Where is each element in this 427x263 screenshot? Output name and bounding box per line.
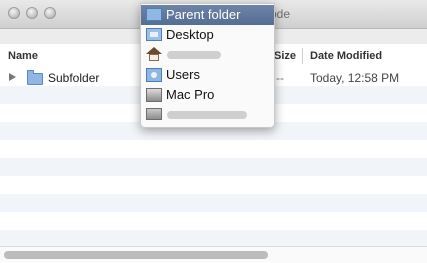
menu-item-parent-folder[interactable]: Parent folder (141, 5, 274, 25)
blurred-label-mark (167, 51, 221, 59)
list-stripe (0, 194, 427, 212)
row-name: Subfolder (48, 71, 100, 85)
menu-item-label: Users (166, 67, 200, 82)
zoom-window-button[interactable] (44, 7, 56, 19)
blurred-label-mark (167, 111, 247, 119)
menu-item-label: Parent folder (166, 7, 241, 22)
desktop-folder-icon (146, 28, 162, 41)
folder-icon (27, 70, 43, 85)
column-size[interactable]: Size (274, 50, 296, 62)
path-popup-menu: Parent folder Desktop Users Mac Pro (140, 3, 275, 128)
folder-icon (146, 8, 162, 21)
menu-item-hard-disk[interactable] (141, 105, 274, 125)
minimize-window-button[interactable] (26, 7, 38, 19)
column-divider[interactable] (302, 48, 303, 64)
list-stripe (0, 176, 427, 194)
list-stripe (0, 158, 427, 176)
home-icon (146, 47, 162, 61)
computer-icon (146, 88, 162, 102)
horizontal-scrollbar[interactable] (0, 246, 427, 263)
menu-item-users[interactable]: Users (141, 65, 274, 85)
menu-item-label: Mac Pro (166, 87, 215, 102)
menu-item-mac-pro[interactable]: Mac Pro (141, 85, 274, 105)
finder-window: ode Name Size Date Modified Subfolder --… (0, 0, 427, 263)
list-stripe (0, 212, 427, 230)
column-date-modified[interactable]: Date Modified (310, 50, 382, 62)
scrollbar-thumb[interactable] (4, 251, 268, 259)
disclosure-triangle-icon[interactable] (9, 73, 16, 81)
row-size: -- (276, 71, 284, 85)
close-window-button[interactable] (8, 7, 20, 19)
column-name[interactable]: Name (8, 50, 38, 62)
menu-item-home[interactable] (141, 45, 274, 65)
row-date-modified: Today, 12:58 PM (310, 71, 400, 85)
list-stripe (0, 140, 427, 158)
menu-item-desktop[interactable]: Desktop (141, 25, 274, 45)
users-folder-icon (146, 68, 162, 82)
menu-item-label: Desktop (166, 27, 214, 42)
hard-disk-icon (146, 108, 162, 120)
